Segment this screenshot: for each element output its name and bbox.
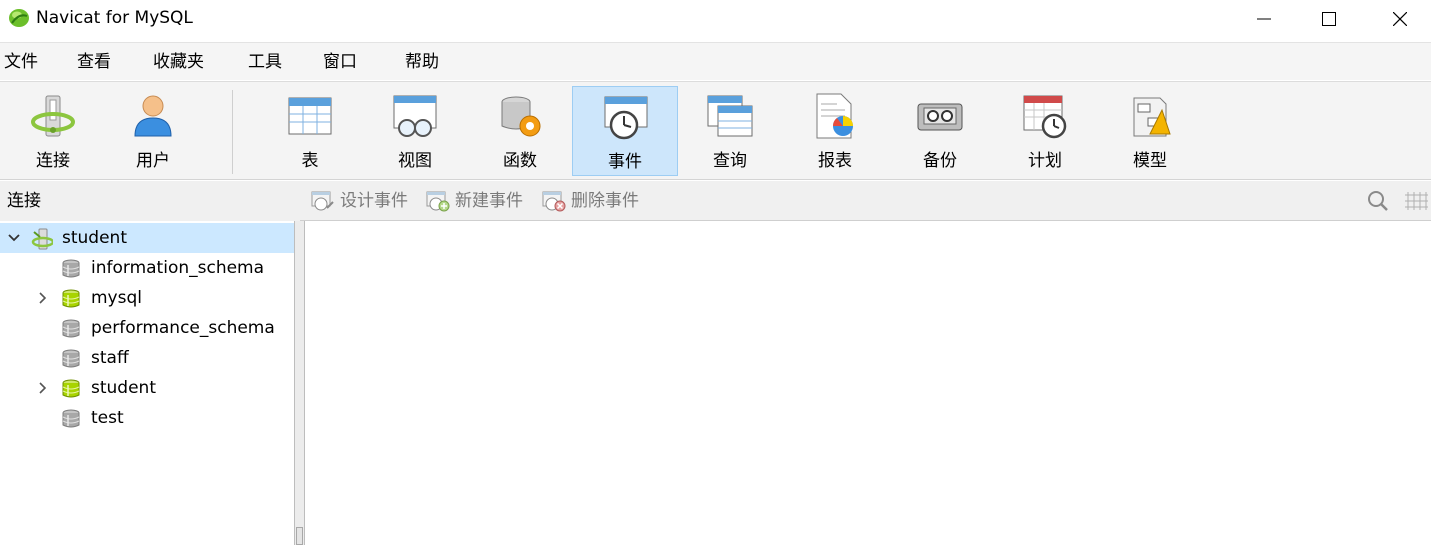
new-event-label: 新建事件 bbox=[455, 191, 523, 211]
view-icon bbox=[393, 95, 437, 137]
toolbar-backup-button[interactable]: 备份 bbox=[887, 86, 993, 176]
event-icon bbox=[604, 96, 648, 140]
connection-panel-header: 连接 bbox=[0, 181, 300, 221]
database-icon bbox=[62, 379, 80, 398]
schedule-icon bbox=[1023, 95, 1067, 139]
toolbar-user-button[interactable]: 用户 bbox=[100, 86, 206, 176]
mysql-connection-icon bbox=[31, 228, 53, 250]
tree-connection-student[interactable]: student bbox=[0, 223, 294, 253]
delete-event-label: 删除事件 bbox=[571, 191, 639, 211]
new-event-icon bbox=[426, 191, 450, 212]
new-event-button[interactable]: 新建事件 bbox=[426, 190, 523, 212]
toolbar-label: 函数 bbox=[503, 151, 537, 171]
object-list-area[interactable] bbox=[305, 222, 1431, 545]
tree-connection-label: student bbox=[62, 228, 127, 248]
tree-db-mysql[interactable]: mysql bbox=[0, 283, 294, 313]
user-icon bbox=[134, 95, 172, 137]
panel-splitter[interactable] bbox=[294, 221, 305, 545]
delete-event-button[interactable]: 删除事件 bbox=[542, 190, 639, 212]
window-title: Navicat for MySQL bbox=[36, 8, 193, 28]
tree-db-staff[interactable]: staff bbox=[0, 343, 294, 373]
close-icon bbox=[1393, 12, 1407, 26]
tree-db-performance-schema[interactable]: performance_schema bbox=[0, 313, 294, 343]
toolbar-table-button[interactable]: 表 bbox=[257, 86, 363, 176]
toolbar-report-button[interactable]: 报表 bbox=[782, 86, 888, 176]
chevron-right-icon[interactable] bbox=[36, 381, 50, 395]
chevron-down-icon[interactable] bbox=[7, 231, 21, 245]
connection-panel-title: 连接 bbox=[7, 191, 41, 211]
toolbar-label: 事件 bbox=[608, 152, 642, 172]
table-icon bbox=[288, 97, 332, 135]
toolbar-label: 视图 bbox=[398, 151, 432, 171]
database-icon bbox=[62, 259, 80, 278]
toolbar-schedule-button[interactable]: 计划 bbox=[992, 86, 1098, 176]
toolbar-event-button[interactable]: 事件 bbox=[572, 86, 678, 176]
tree-db-label: performance_schema bbox=[91, 318, 275, 338]
tree-db-test[interactable]: test bbox=[0, 403, 294, 433]
menu-help[interactable]: 帮助 bbox=[405, 51, 439, 73]
toolbar-label: 表 bbox=[301, 151, 319, 171]
menu-file[interactable]: 文件 bbox=[4, 51, 38, 73]
database-icon bbox=[62, 289, 80, 308]
search-icon[interactable] bbox=[1366, 190, 1390, 212]
menu-bar: 文件 查看 收藏夹 工具 窗口 帮助 bbox=[0, 42, 1431, 80]
toolbar-connection-button[interactable]: 连接 bbox=[0, 86, 106, 176]
model-icon bbox=[1133, 97, 1171, 137]
tree-db-student[interactable]: student bbox=[0, 373, 294, 403]
toolbar-function-button[interactable]: 函数 bbox=[467, 86, 573, 176]
close-button[interactable] bbox=[1377, 0, 1423, 38]
connection-tree: student information_schema mysql perform… bbox=[0, 221, 294, 545]
navicat-logo-icon bbox=[9, 9, 29, 27]
toolbar-model-button[interactable]: 模型 bbox=[1097, 86, 1203, 176]
tree-db-label: staff bbox=[91, 348, 129, 368]
design-event-label: 设计事件 bbox=[340, 191, 408, 211]
toolbar-label: 报表 bbox=[818, 151, 852, 171]
toolbar-view-button[interactable]: 视图 bbox=[362, 86, 468, 176]
tree-db-information-schema[interactable]: information_schema bbox=[0, 253, 294, 283]
grid-view-icon[interactable] bbox=[1404, 190, 1428, 212]
minimize-button[interactable] bbox=[1241, 0, 1287, 38]
menu-favorites[interactable]: 收藏夹 bbox=[153, 51, 204, 73]
toolbar-label: 计划 bbox=[1028, 151, 1062, 171]
toolbar-label: 用户 bbox=[136, 151, 170, 171]
connection-icon bbox=[31, 95, 75, 137]
object-toolbar: 设计事件 新建事件 删除事件 bbox=[300, 181, 1431, 221]
menu-view[interactable]: 查看 bbox=[77, 51, 111, 73]
backup-icon bbox=[917, 103, 963, 131]
tree-db-label: test bbox=[91, 408, 124, 428]
database-icon bbox=[62, 349, 80, 368]
toolbar-separator bbox=[232, 90, 233, 174]
menu-tools[interactable]: 工具 bbox=[248, 51, 282, 73]
menu-window[interactable]: 窗口 bbox=[323, 51, 357, 73]
tree-db-label: student bbox=[91, 378, 156, 398]
title-bar: Navicat for MySQL bbox=[0, 0, 1431, 38]
delete-event-icon bbox=[542, 191, 566, 212]
toolbar-label: 模型 bbox=[1133, 151, 1167, 171]
query-icon bbox=[707, 95, 753, 137]
tree-db-label: information_schema bbox=[91, 258, 265, 278]
tree-db-label: mysql bbox=[91, 288, 142, 308]
toolbar-label: 查询 bbox=[713, 151, 747, 171]
maximize-button[interactable] bbox=[1306, 0, 1352, 38]
minimize-icon bbox=[1257, 18, 1271, 20]
toolbar-query-button[interactable]: 查询 bbox=[677, 86, 783, 176]
main-toolbar: 连接 用户 表 视图 函数 事件 查询 报表 备份 计划 模型 bbox=[0, 81, 1431, 180]
report-icon bbox=[816, 93, 853, 139]
maximize-icon bbox=[1322, 12, 1336, 26]
chevron-right-icon[interactable] bbox=[36, 291, 50, 305]
toolbar-label: 连接 bbox=[36, 151, 70, 171]
function-icon bbox=[501, 96, 541, 137]
design-event-icon bbox=[311, 191, 334, 211]
database-icon bbox=[62, 409, 80, 428]
design-event-button[interactable]: 设计事件 bbox=[311, 190, 408, 212]
splitter-grip[interactable] bbox=[296, 527, 303, 545]
database-icon bbox=[62, 319, 80, 338]
toolbar-label: 备份 bbox=[923, 151, 957, 171]
